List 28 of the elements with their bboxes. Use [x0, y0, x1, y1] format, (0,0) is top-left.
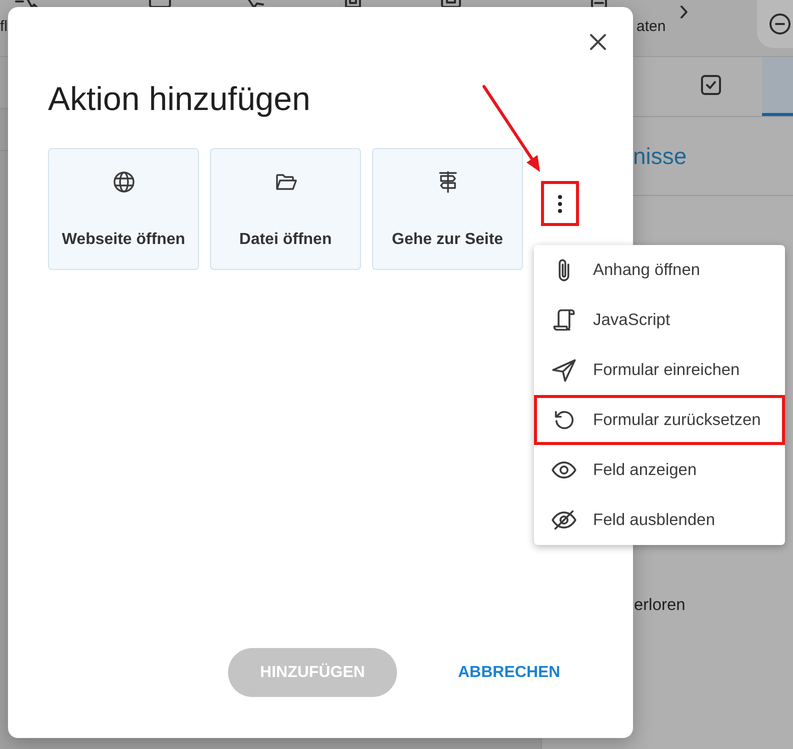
- action-card[interactable]: Datei öffnen: [210, 148, 361, 270]
- box-icon[interactable]: [344, 0, 360, 8]
- inbox-icon[interactable]: [440, 0, 460, 8]
- chevron-right-icon[interactable]: [680, 5, 688, 19]
- menu-item[interactable]: Anhang öffnen: [534, 245, 785, 295]
- menu-item[interactable]: Feld ausblenden: [534, 495, 785, 545]
- action-card[interactable]: Webseite öffnen: [48, 148, 199, 270]
- menu-item[interactable]: Formular einreichen: [534, 345, 785, 395]
- paper-plane-icon: [551, 357, 577, 383]
- menu-item[interactable]: Feld anzeigen: [534, 445, 785, 495]
- toolbar-label: aten: [636, 18, 666, 35]
- circle-minus-icon: [769, 13, 791, 35]
- scroll-icon: [551, 307, 577, 333]
- more-icon: [558, 194, 562, 212]
- list-item-text: erloren: [634, 596, 686, 614]
- panel-heading: nisse: [633, 142, 687, 170]
- checkbox-icon: [699, 73, 723, 97]
- dialog-title: Aktion hinzufügen: [48, 80, 310, 118]
- cancel-button[interactable]: ABBRECHEN: [446, 648, 572, 697]
- cursor-icon[interactable]: [14, 0, 38, 9]
- tab[interactable]: [762, 57, 793, 116]
- menu-item[interactable]: Formular zurücksetzen: [534, 395, 785, 445]
- more-button[interactable]: [541, 181, 579, 226]
- round-button[interactable]: [757, 0, 793, 48]
- globe-icon: [112, 170, 136, 194]
- toolbar-label: fl: [0, 18, 8, 35]
- menu-item[interactable]: JavaScript: [534, 295, 785, 345]
- action-card[interactable]: Gehe zur Seite: [372, 148, 523, 270]
